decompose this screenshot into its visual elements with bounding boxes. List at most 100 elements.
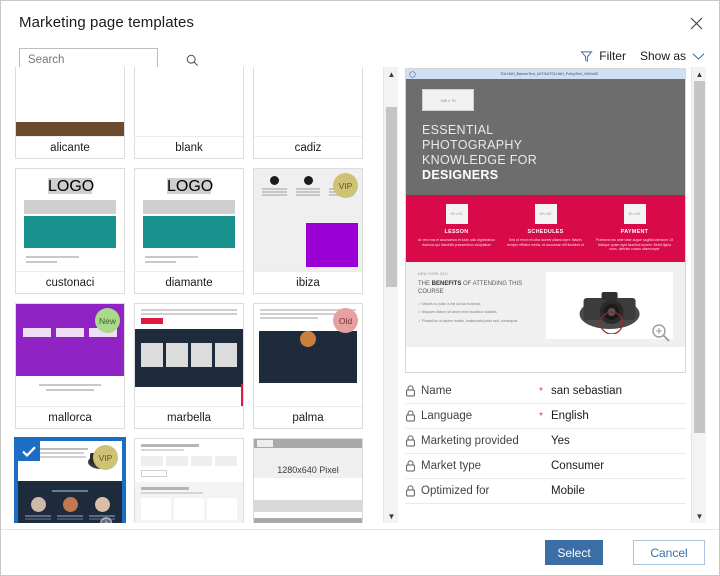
preview-hero: 188 x 70 ESSENTIAL PHOTOGRAPHY KNOWLEDGE… bbox=[406, 79, 685, 195]
detail-field-label-group: Language bbox=[405, 410, 533, 422]
template-card-label: cadiz bbox=[254, 136, 362, 158]
template-card-diamante[interactable]: LOGO diamante bbox=[134, 168, 244, 294]
cancel-button[interactable]: Cancel bbox=[633, 540, 705, 565]
required-indicator: * bbox=[539, 410, 543, 422]
benefits-kicker: NEW YORK 2017 bbox=[418, 271, 449, 276]
template-thumbnail bbox=[254, 67, 362, 136]
template-thumbnail: LOGO bbox=[16, 169, 124, 271]
template-thumbnail bbox=[16, 67, 124, 136]
show-as-button[interactable]: Show as bbox=[640, 49, 705, 63]
preview-feature-band: 60 x 60 LESSON At vero eos et accusamus et… bbox=[406, 195, 685, 262]
toolbar-actions: Filter Show as bbox=[580, 49, 705, 63]
template-thumbnail bbox=[135, 67, 243, 136]
template-grid: alicante blank cadiz LOGO custonaci LOGO dia… bbox=[13, 67, 369, 523]
template-thumbnail: VIP bbox=[254, 169, 362, 271]
template-preview: TOLHAH_BannerText_UrlTGd/TOLHAH_PolicyTe… bbox=[405, 68, 686, 373]
detail-field-label: Name bbox=[421, 385, 452, 397]
detail-field-label: Language bbox=[421, 410, 473, 422]
headline-line-2: PHOTOGRAPHY bbox=[422, 138, 523, 152]
globe-icon bbox=[409, 70, 416, 78]
headline-line-1: ESSENTIAL bbox=[422, 123, 494, 137]
benefits-bullet: ✓ Aliquam dictum sit amet enim faucibus … bbox=[418, 310, 498, 315]
filter-button[interactable]: Filter bbox=[580, 49, 626, 63]
template-card-mallorca[interactable]: New mallorca bbox=[15, 303, 125, 429]
close-icon[interactable] bbox=[681, 9, 711, 37]
scroll-down-icon[interactable]: ▼ bbox=[384, 509, 399, 523]
template-thumbnail bbox=[135, 439, 243, 523]
lock-icon bbox=[406, 435, 415, 447]
template-thumbnail bbox=[135, 304, 243, 406]
detail-field-label-group: Market type bbox=[405, 460, 533, 472]
detail-field-value: Yes bbox=[551, 435, 570, 447]
template-card-label: diamante bbox=[135, 271, 243, 293]
template-card-cadiz[interactable]: cadiz bbox=[253, 67, 363, 159]
template-badge-old: Old bbox=[333, 308, 358, 333]
template-card-label: palma bbox=[254, 406, 362, 428]
detail-field-row: Language * English bbox=[405, 404, 686, 429]
template-thumbnail: VIP bbox=[18, 441, 122, 523]
detail-field-row: Name * san sebastian bbox=[405, 379, 686, 404]
funnel-icon bbox=[580, 50, 593, 62]
grid-scrollbar-thumb[interactable] bbox=[386, 107, 397, 287]
detail-field-label-group: Name bbox=[405, 385, 533, 397]
checkmark-icon bbox=[18, 441, 40, 461]
search-icon[interactable] bbox=[186, 54, 199, 67]
detail-field-value: san sebastian bbox=[551, 385, 622, 397]
scroll-up-icon[interactable]: ▲ bbox=[384, 67, 399, 81]
template-card-label: custonaci bbox=[16, 271, 124, 293]
template-thumbnail: LOGO bbox=[135, 169, 243, 271]
lock-icon bbox=[406, 410, 415, 422]
detail-field-value: English bbox=[551, 410, 589, 422]
preview-benefits: NEW YORK 2017 THE BENEFITS OF ATTENDING … bbox=[406, 261, 685, 347]
template-picker-dialog: Marketing page templates Filter Show as … bbox=[0, 0, 720, 576]
detail-field-value: Consumer bbox=[551, 460, 605, 472]
scroll-down-icon[interactable]: ▼ bbox=[692, 509, 707, 523]
benefits-bullet: ✓ Mauris eu justo a est luctus euismod. bbox=[418, 301, 482, 306]
headline-line-3: KNOWLEDGE FOR bbox=[422, 153, 538, 167]
template-card-ibiza[interactable]: VIP ibiza bbox=[253, 168, 363, 294]
benefits-heading: THE BENEFITS OF ATTENDING THIS COURSE bbox=[418, 280, 523, 295]
template-badge-vip: VIP bbox=[333, 173, 358, 198]
template-card-label: mallorca bbox=[16, 406, 124, 428]
preview-feature-column: 60 x 60 PAYMENT Praesent nec ante vitae au… bbox=[590, 204, 679, 252]
chevron-down-icon bbox=[692, 52, 705, 60]
template-grid-panel[interactable]: alicante blank cadiz LOGO custonaci LOGO dia… bbox=[13, 67, 383, 523]
preview-column-text: At vero eos et accusamus et iusto odio d… bbox=[418, 238, 495, 247]
details-scrollbar-thumb[interactable] bbox=[694, 81, 705, 433]
details-scrollbar[interactable]: ▲ ▼ bbox=[691, 67, 706, 523]
zoom-in-icon[interactable] bbox=[99, 516, 119, 523]
preview-image-placeholder: 60 x 60 bbox=[534, 204, 557, 224]
template-card-sitges[interactable]: sitges bbox=[134, 438, 244, 523]
grid-scrollbar[interactable]: ▲ ▼ bbox=[383, 67, 398, 523]
preview-panel: TOLHAH_BannerText_UrlTGd/TOLHAH_PolicyTe… bbox=[401, 67, 706, 523]
template-badge-vip: VIP bbox=[93, 445, 118, 470]
preview-image-placeholder: 60 x 60 bbox=[623, 204, 646, 224]
template-thumbnail: 1280x640 Pixel bbox=[254, 439, 362, 523]
headline-line-4: DESIGNERS bbox=[422, 168, 499, 182]
thumbnail-size-overlay: 1280x640 Pixel bbox=[277, 465, 339, 475]
template-card-label: alicante bbox=[16, 136, 124, 158]
scroll-up-icon[interactable]: ▲ bbox=[692, 67, 707, 81]
lock-icon bbox=[406, 460, 415, 472]
detail-field-row: Optimized for Mobile bbox=[405, 479, 686, 504]
select-button[interactable]: Select bbox=[545, 540, 603, 565]
template-card-blank[interactable]: blank bbox=[134, 67, 244, 159]
benefits-image bbox=[545, 271, 673, 342]
preview-logo-placeholder: 188 x 70 bbox=[422, 89, 474, 111]
template-card-label: blank bbox=[135, 136, 243, 158]
preview-column-title: LESSON bbox=[444, 229, 469, 235]
template-thumbnail: New bbox=[16, 304, 124, 406]
template-card-struct-1[interactable]: 1280x640 Pixelstruct-1 bbox=[253, 438, 363, 523]
preview-column-text: Praesent nec ante vitae augue sagittis i… bbox=[596, 238, 673, 252]
template-card-marbella[interactable]: marbella bbox=[134, 303, 244, 429]
template-card-alicante[interactable]: alicante bbox=[15, 67, 125, 159]
template-card-label: ibiza bbox=[254, 271, 362, 293]
preview-image-placeholder: 60 x 60 bbox=[445, 204, 468, 224]
detail-field-label: Optimized for bbox=[421, 485, 490, 497]
template-card-palma[interactable]: Old palma bbox=[253, 303, 363, 429]
template-card-custonaci[interactable]: LOGO custonaci bbox=[15, 168, 125, 294]
zoom-in-icon[interactable] bbox=[651, 323, 671, 343]
template-card-san-sebastian[interactable]: VIPsan sebastian bbox=[15, 438, 125, 523]
preview-browser-bar: TOLHAH_BannerText_UrlTGd/TOLHAH_PolicyTe… bbox=[406, 69, 685, 79]
template-thumbnail: Old bbox=[254, 304, 362, 406]
